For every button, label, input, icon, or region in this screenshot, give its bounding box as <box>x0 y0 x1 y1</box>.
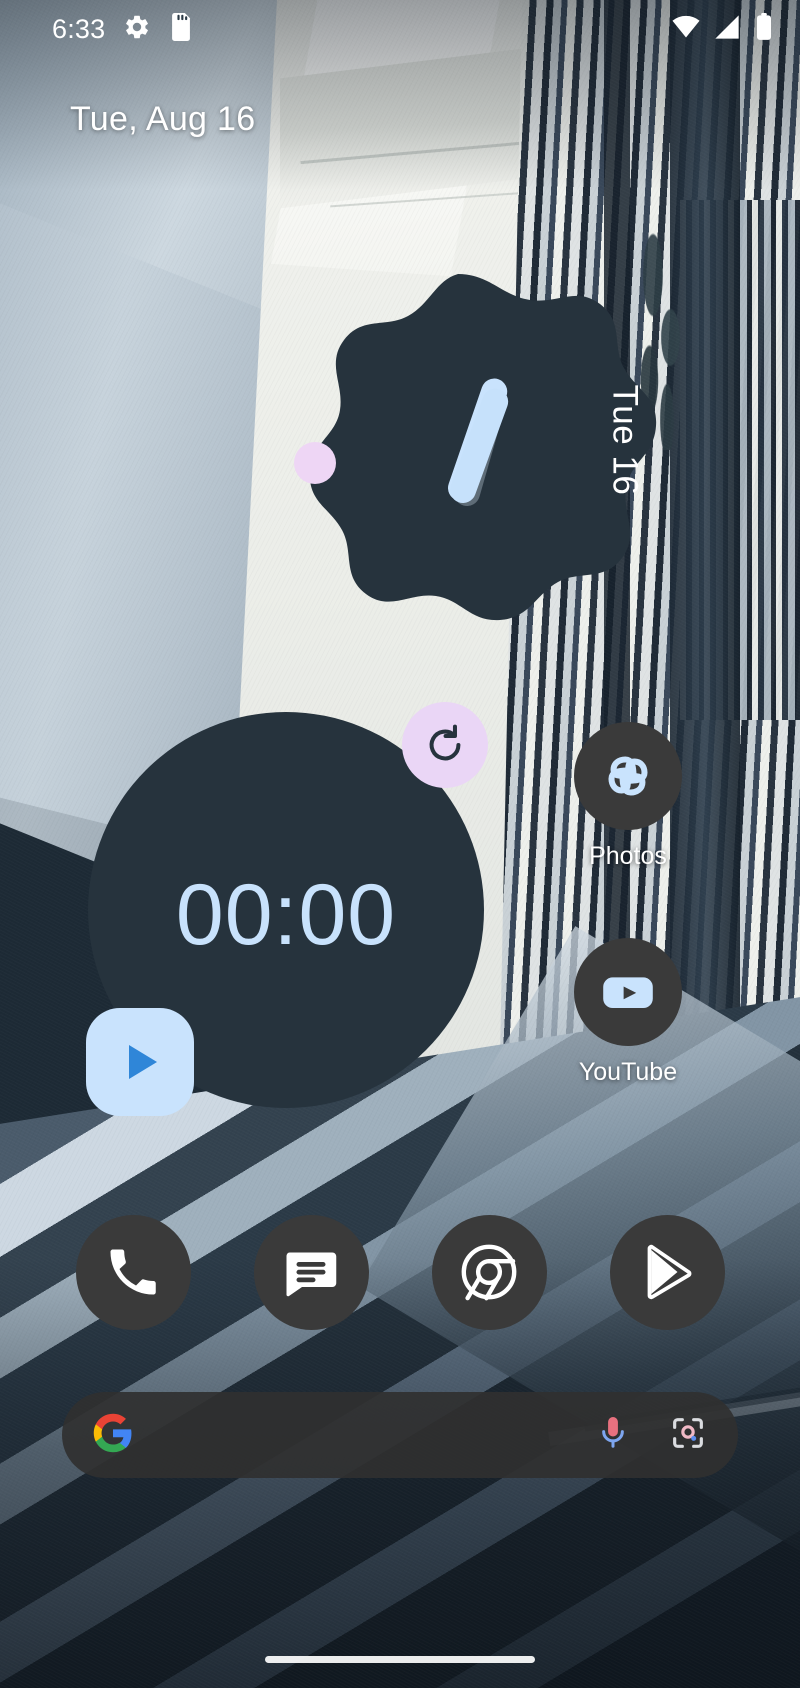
dock-icon-messages[interactable] <box>253 1214 369 1330</box>
clock-widget-date-label: Tue 16 <box>605 384 645 496</box>
photos-icon-surface[interactable] <box>574 722 682 830</box>
stopwatch-time-display: 00:00 <box>175 867 397 963</box>
play-store-icon <box>647 1244 692 1300</box>
stopwatch-reset-button[interactable] <box>402 702 488 788</box>
app-icon-photos[interactable]: Photos <box>553 722 703 871</box>
analog-clock-widget[interactable]: Tue 16 <box>258 272 658 672</box>
status-bar-clock: 6:33 <box>52 13 106 44</box>
sd-card-icon <box>169 12 193 46</box>
status-bar-left: 6:33 <box>52 12 193 46</box>
phone-icon <box>110 1249 156 1295</box>
refresh-icon <box>429 724 461 761</box>
dock-icon-chrome[interactable] <box>431 1214 547 1330</box>
clock-hour-marker-dot <box>294 442 336 484</box>
dock <box>0 1212 800 1332</box>
google-g-icon <box>92 1412 134 1459</box>
google-search-bar[interactable] <box>62 1392 738 1478</box>
search-input[interactable] <box>134 1392 594 1478</box>
dock-icon-play-store[interactable] <box>609 1214 725 1330</box>
status-bar[interactable]: 6:33 <box>0 0 800 58</box>
app-label-photos: Photos <box>589 842 667 870</box>
photos-pinwheel-icon <box>608 756 648 796</box>
stopwatch-widget[interactable]: 00:00 <box>86 702 488 1116</box>
wifi-icon <box>672 13 700 46</box>
messages-icon <box>286 1252 337 1297</box>
stopwatch-play-button[interactable] <box>86 1008 194 1116</box>
app-label-youtube: YouTube <box>578 1058 678 1086</box>
home-date-text[interactable]: Tue, Aug 16 <box>70 100 255 139</box>
play-icon <box>129 1045 157 1079</box>
battery-icon <box>754 12 774 46</box>
microphone-icon[interactable] <box>594 1414 632 1457</box>
google-lens-icon[interactable] <box>668 1413 708 1458</box>
home-gesture-pill[interactable] <box>265 1656 535 1663</box>
youtube-play-icon <box>603 977 653 1009</box>
status-bar-right <box>672 12 774 46</box>
gear-icon <box>123 13 151 46</box>
app-icon-youtube[interactable]: YouTube <box>553 938 703 1087</box>
youtube-icon-surface[interactable] <box>574 938 682 1046</box>
dock-icon-phone[interactable] <box>75 1214 191 1330</box>
cellular-signal-icon <box>713 13 741 46</box>
chrome-icon <box>461 1244 517 1301</box>
